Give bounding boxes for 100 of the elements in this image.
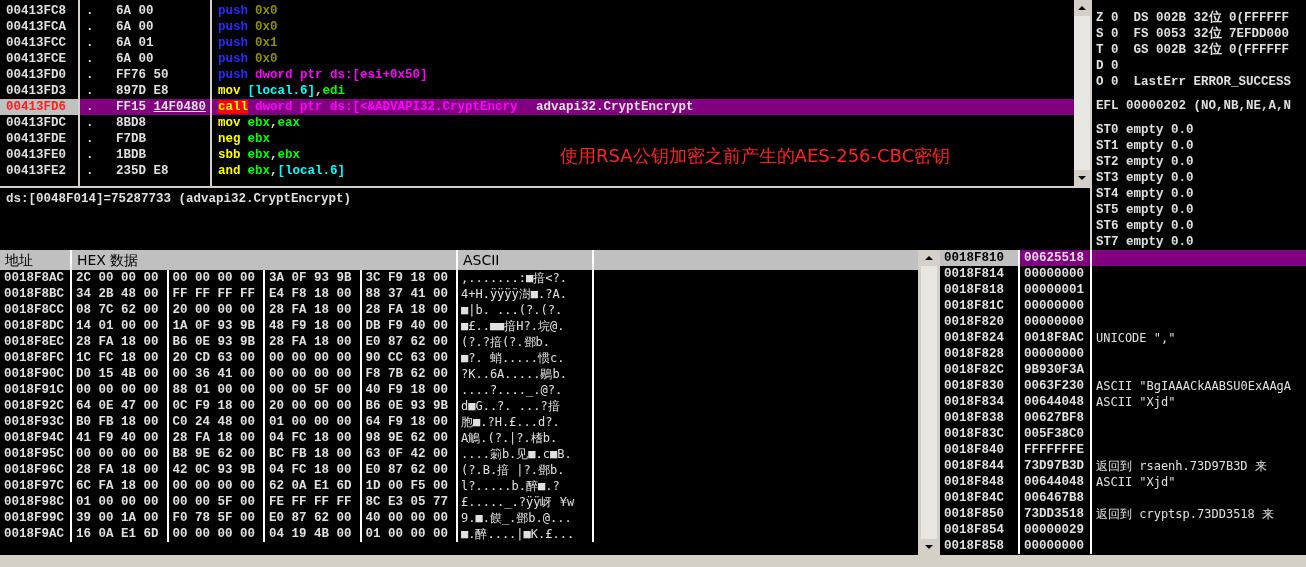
bytes-cell-text: . 897D E8 <box>85 83 170 99</box>
address-cell-text: 00413FC8 <box>5 3 67 19</box>
register-line: EFL 00000202 (NO,NB,NE,A,N <box>1096 98 1293 114</box>
ascii-cell: A鵤.(?.|?.榰b. <box>458 430 594 446</box>
scroll-down-icon[interactable] <box>921 539 937 555</box>
address-cell: 0018F94C <box>0 430 72 446</box>
instruction-cell-text: push 0x0 <box>217 19 279 35</box>
ascii-cell: (?.?揞(?.鄧b. <box>458 334 594 350</box>
bytes-cell-text: . 8BD8 <box>85 115 147 131</box>
ascii-cell: l?.....b.醉■.? <box>458 478 594 494</box>
address-cell: 0018F96C <box>0 462 72 478</box>
stack-row[interactable]: 0018F838 00627BF8 <box>940 410 1306 426</box>
hex-cell: 00 36 41 00 <box>168 366 265 382</box>
address-cell: 0018F8FC <box>0 350 72 366</box>
hex-cell: B0 FB 18 00 <box>72 414 169 430</box>
register-line: ST1 empty 0.0 <box>1096 138 1195 154</box>
ascii-cell: 9.■.饃_.鄧b.@... <box>458 510 594 526</box>
ascii-cell: d■G..?. ...?揞 <box>458 398 594 414</box>
info-text: ds:[0048F014]=75287733 (advapi32.CryptEncrypt) <box>6 192 353 206</box>
stack-row[interactable]: 0018F83C 005F38C0 <box>940 426 1306 442</box>
hex-cell: BC FB 18 00 <box>265 446 362 462</box>
scroll-up-icon[interactable] <box>921 250 937 266</box>
stack-row[interactable]: 0018F850 73DD3518 返回到 cryptsp.73DD3518 来 <box>940 506 1306 522</box>
address-cell: 0018F99C <box>0 510 72 526</box>
value-cell: 00000000 <box>1020 346 1092 362</box>
hex-cell: 1D 00 F5 00 <box>361 478 458 494</box>
ascii-cell: ,.......:■揞<?. <box>458 270 594 286</box>
address-cell: 0018F92C <box>0 398 72 414</box>
register-line: ST3 empty 0.0 <box>1096 170 1195 186</box>
address-cell: 0018F82C <box>940 362 1020 378</box>
address-cell-text: 00413FCE <box>5 51 67 67</box>
hex-cell: 42 0C 93 9B <box>168 462 265 478</box>
scrollbar[interactable] <box>1074 0 1090 186</box>
stack-row[interactable]: 0018F84C 006467B8 <box>940 490 1306 506</box>
instruction-cell-text: sbb ebx,ebx <box>217 147 302 163</box>
stack-row[interactable]: 0018F814 00000000 <box>940 266 1306 282</box>
hex-cell: 88 37 41 00 <box>361 286 458 302</box>
stack-row[interactable]: 0018F824 0018F8AC UNICODE "," <box>940 330 1306 346</box>
hex-cell: 63 0F 42 00 <box>361 446 458 462</box>
stack-row[interactable]: 0018F854 00000029 <box>940 522 1306 538</box>
hex-cell: 01 00 00 00 <box>361 526 458 542</box>
address-cell: 0018F840 <box>940 442 1020 458</box>
address-cell-text: 00413FD3 <box>5 83 67 99</box>
hex-cell: 1C FC 18 00 <box>72 350 169 366</box>
hex-cell: 04 19 4B 00 <box>265 526 362 542</box>
value-cell: 006467B8 <box>1020 490 1092 506</box>
stack-row[interactable]: 0018F844 73D97B3D 返回到 rsaenh.73D97B3D 来 <box>940 458 1306 474</box>
stack-row[interactable]: 0018F828 00000000 <box>940 346 1306 362</box>
address-cell: 0018F8DC <box>0 318 72 334</box>
hex-cell: 00 00 5F 00 <box>168 494 265 510</box>
hex-cell: FF FF FF FF <box>168 286 265 302</box>
stack-row[interactable]: 0018F818 00000001 <box>940 282 1306 298</box>
hex-cell: 20 00 00 00 <box>265 398 362 414</box>
stack-row[interactable]: 0018F840 FFFFFFFE <box>940 442 1306 458</box>
address-cell: 0018F828 <box>940 346 1020 362</box>
comment-cell: advapi32.CryptEncrypt <box>530 99 1074 115</box>
bytes-cell-text: . 6A 00 <box>85 3 155 19</box>
hex-cell: C0 24 48 00 <box>168 414 265 430</box>
hex-cell: E0 87 62 00 <box>361 334 458 350</box>
stack-row[interactable]: 0018F81C 00000000 <box>940 298 1306 314</box>
hex-cell: 28 FA 18 00 <box>72 334 169 350</box>
value-cell: 00000000 <box>1020 298 1092 314</box>
value-cell: 00000000 <box>1020 314 1092 330</box>
ascii-cell: ■£..■■揞H?.垸@. <box>458 318 594 334</box>
address-cell: 0018F97C <box>0 478 72 494</box>
column-header[interactable]: HEX 数据 <box>72 250 458 270</box>
address-cell-text: 00413FCC <box>5 35 67 51</box>
address-cell-text: 00413FCA <box>5 19 67 35</box>
hex-cell: 20 00 00 00 <box>168 302 265 318</box>
hex-cell: 08 7C 62 00 <box>72 302 169 318</box>
stack-row[interactable]: 0018F82C 9B930F3A <box>940 362 1306 378</box>
scroll-down-icon[interactable] <box>1074 170 1090 186</box>
hex-cell: 1A 0F 93 9B <box>168 318 265 334</box>
stack-row[interactable]: 0018F834 00644048 ASCII "Xjd" <box>940 394 1306 410</box>
instruction-cell-text: mov [local.6],edi <box>217 83 347 99</box>
scroll-up-icon[interactable] <box>1074 0 1090 16</box>
stack-row[interactable]: 0018F810 00625518 <box>940 250 1306 266</box>
hex-cell: 00 00 00 00 <box>72 446 169 462</box>
address-cell: 0018F850 <box>940 506 1020 522</box>
hex-cell: 14 01 00 00 <box>72 318 169 334</box>
comment-cell-text: UNICODE "," <box>1095 330 1177 346</box>
address-cell: 0018F814 <box>940 266 1020 282</box>
column-header[interactable]: 地址 <box>0 250 72 270</box>
address-cell-text: 00413FDE <box>5 131 67 147</box>
value-cell: 00644048 <box>1020 474 1092 490</box>
value-cell: 00000029 <box>1020 522 1092 538</box>
address-cell: 0018F810 <box>940 250 1020 266</box>
stack-row[interactable]: 0018F848 00644048 ASCII "Xjd" <box>940 474 1306 490</box>
ascii-cell: 4+H.ÿÿÿÿ澍■.?A. <box>458 286 594 302</box>
address-cell-text: 00413FE2 <box>5 163 67 179</box>
stack-row[interactable]: 0018F820 00000000 <box>940 314 1306 330</box>
column-header[interactable]: ASCII <box>458 250 594 270</box>
ascii-cell: ....?...._.@?. <box>458 382 594 398</box>
scrollbar[interactable] <box>921 250 937 555</box>
address-cell: 0018F81C <box>940 298 1020 314</box>
address-cell: 0018F9AC <box>0 526 72 542</box>
bytes-cell-text: . 1BDB <box>85 147 147 163</box>
value-cell: 0063F230 <box>1020 378 1092 394</box>
stack-row[interactable]: 0018F830 0063F230 ASCII "BgIAAACkAABSU0ExAAgA <box>940 378 1306 394</box>
hex-cell: 64 F9 18 00 <box>361 414 458 430</box>
